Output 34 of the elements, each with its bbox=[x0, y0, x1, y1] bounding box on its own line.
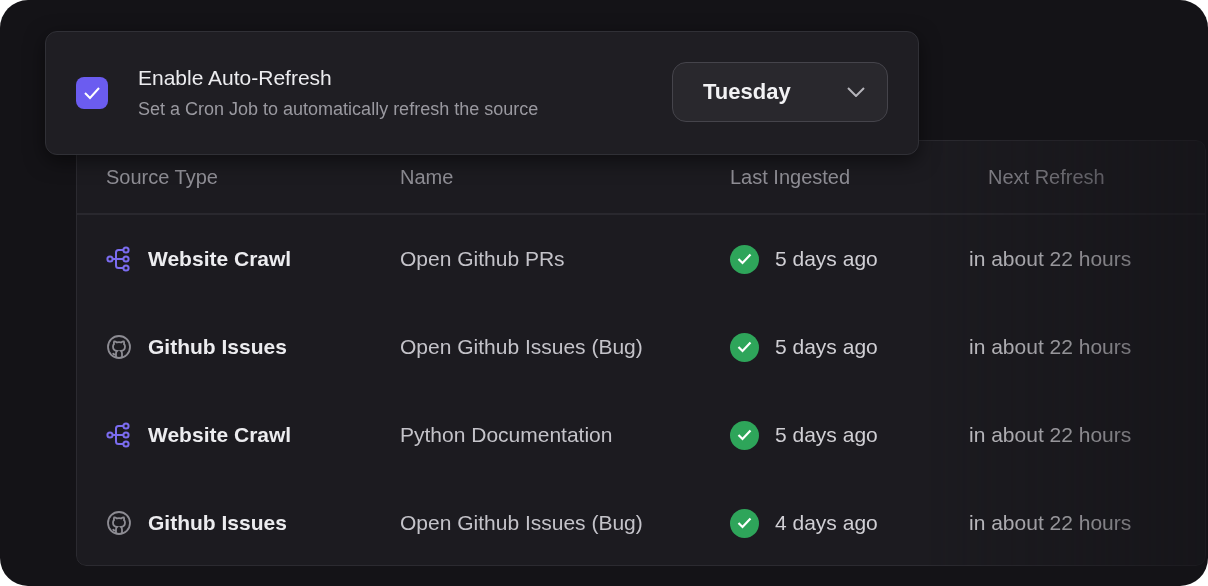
success-check-icon bbox=[730, 508, 759, 538]
source-name: Python Documentation bbox=[400, 423, 613, 447]
source-type: Website Crawl bbox=[148, 247, 292, 271]
success-check-icon bbox=[730, 332, 759, 362]
column-header: Last Ingested bbox=[730, 165, 852, 189]
last-ingested: 5 days ago bbox=[775, 423, 878, 447]
branch-icon bbox=[106, 246, 132, 272]
source-name: Open Github Issues (Bug) bbox=[400, 511, 643, 535]
next-refresh: in about 22 hours bbox=[969, 511, 1132, 535]
github-icon bbox=[106, 334, 132, 360]
column-header: Next Refresh bbox=[987, 165, 1106, 189]
chevron-down-icon bbox=[847, 87, 865, 97]
checkmark-icon bbox=[83, 86, 101, 100]
next-refresh: in about 22 hours bbox=[969, 247, 1132, 271]
github-icon bbox=[106, 510, 132, 536]
branch-icon bbox=[106, 422, 132, 448]
day-dropdown[interactable]: Tuesday bbox=[672, 62, 888, 122]
last-ingested: 5 days ago bbox=[775, 335, 878, 359]
source-name: Open Github PRs bbox=[400, 247, 565, 271]
column-header: Source Type bbox=[106, 165, 219, 189]
source-type: Github Issues bbox=[148, 335, 287, 359]
column-header: Name bbox=[400, 165, 455, 189]
next-refresh: in about 22 hours bbox=[969, 423, 1132, 447]
setting-description: Set a Cron Job to automatically refresh the source bbox=[138, 99, 540, 120]
checkbox[interactable] bbox=[76, 77, 108, 109]
success-check-icon bbox=[730, 244, 759, 274]
setting-title: Enable Auto-Refresh bbox=[138, 66, 333, 90]
success-check-icon bbox=[730, 420, 759, 450]
last-ingested: 5 days ago bbox=[775, 247, 878, 271]
source-name: Open Github Issues (Bug) bbox=[400, 335, 643, 359]
last-ingested: 4 days ago bbox=[775, 511, 878, 535]
source-type: Github Issues bbox=[148, 511, 287, 535]
next-refresh: in about 22 hours bbox=[969, 335, 1132, 359]
source-type: Website Crawl bbox=[148, 423, 292, 447]
